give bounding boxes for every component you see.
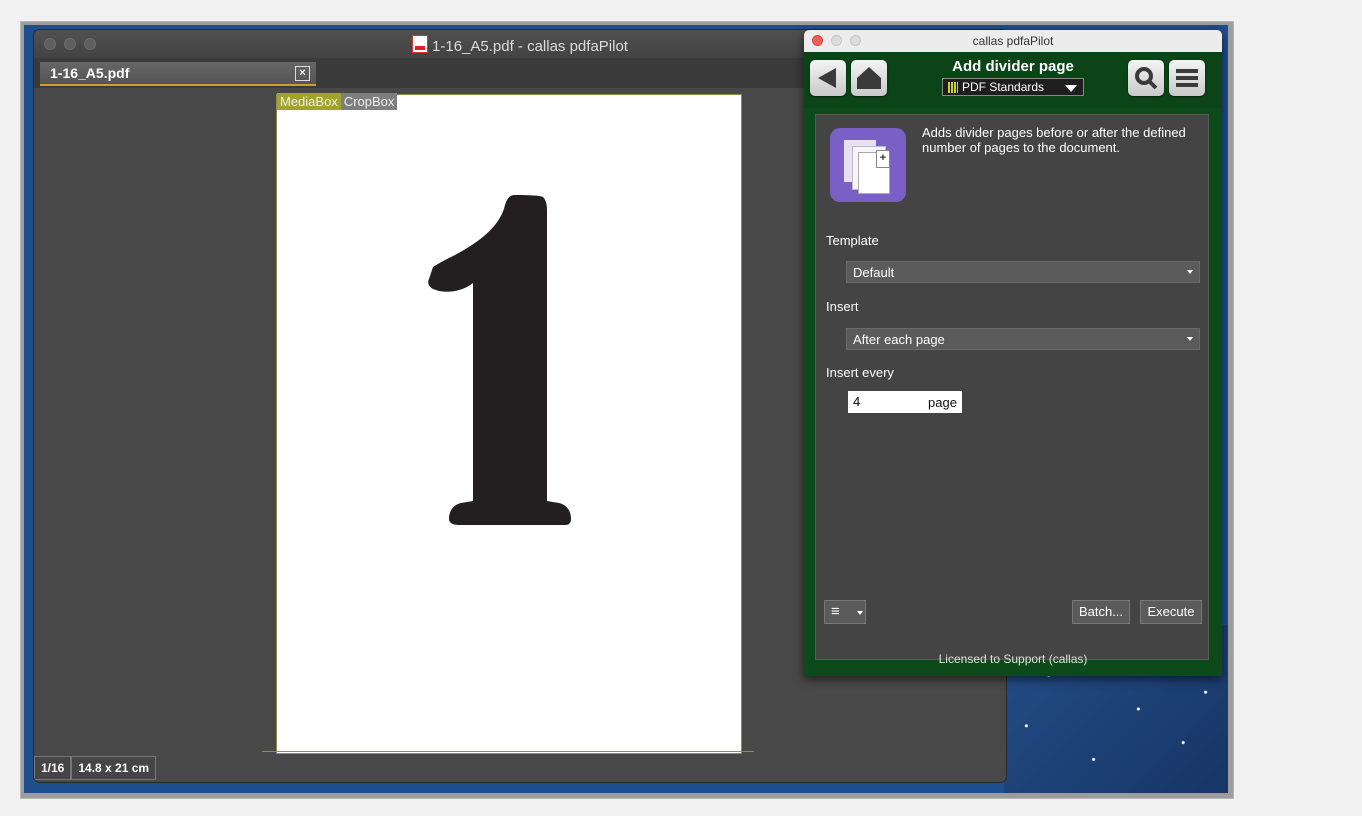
execute-button[interactable]: Execute: [1140, 600, 1202, 624]
options-menu-button[interactable]: ≡: [824, 600, 866, 624]
pdf-file-icon: [412, 35, 429, 53]
pdfapilot-panel: callas pdfaPilot Add divider page PDF St…: [804, 30, 1222, 676]
window-title-text: 1-16_A5.pdf - callas pdfaPilot: [432, 38, 628, 55]
panel-title-bar[interactable]: callas pdfaPilot: [804, 30, 1222, 52]
page-indicator[interactable]: 1/16: [34, 756, 72, 780]
dropdown-arrow-icon: [1187, 337, 1193, 341]
menu-button[interactable]: [1169, 60, 1205, 96]
pdf-page[interactable]: [277, 95, 741, 753]
cropbox-tag[interactable]: CropBox: [340, 93, 398, 110]
template-label: Template: [826, 233, 879, 248]
page-number-glyph: [428, 195, 571, 525]
insert-every-unit: page: [928, 395, 957, 410]
batch-button[interactable]: Batch...: [1072, 600, 1130, 624]
panel-toolbar: Add divider page PDF Standards: [804, 52, 1222, 108]
insert-select[interactable]: After each page: [846, 328, 1200, 350]
insert-every-value: 4: [853, 394, 861, 409]
insert-label: Insert: [826, 299, 859, 314]
fixup-body: + Adds divider pages before or after the…: [815, 114, 1209, 660]
template-value: Default: [853, 265, 895, 280]
document-tab[interactable]: 1-16_A5.pdf ×: [40, 62, 316, 86]
list-icon: ≡: [831, 603, 840, 620]
license-text: Licensed to Support (callas): [938, 652, 1088, 666]
mediabox-tag[interactable]: MediaBox: [277, 93, 341, 110]
document-tab-label: 1-16_A5.pdf: [50, 65, 130, 81]
insert-every-label: Insert every: [826, 365, 894, 380]
page-size: 14.8 x 21 cm: [71, 756, 157, 780]
page-box-tags: MediaBox CropBox: [277, 93, 398, 110]
chevron-down-icon: [1065, 85, 1077, 92]
insert-value: After each page: [853, 332, 945, 347]
chevron-down-icon: [857, 611, 863, 615]
panel-window-title: callas pdfaPilot: [972, 34, 1054, 48]
desktop: 1-16_A5.pdf - callas pdfaPilot 1-16_A5.p…: [24, 25, 1228, 793]
standards-label: PDF Standards: [962, 80, 1045, 94]
fixup-description: Adds divider pages before or after the d…: [922, 125, 1186, 155]
hamburger-icon: [1176, 69, 1198, 87]
bleed-line: [262, 751, 754, 752]
insert-every-input[interactable]: 4 page: [848, 391, 962, 413]
status-bar: 1/16 14.8 x 21 cm: [34, 756, 157, 780]
dropdown-arrow-icon: [1187, 270, 1193, 274]
close-tab-icon[interactable]: ×: [295, 66, 310, 81]
search-icon: [1135, 67, 1158, 90]
template-select[interactable]: Default: [846, 261, 1200, 283]
standards-icon: [948, 82, 958, 93]
search-button[interactable]: [1128, 60, 1164, 96]
standards-dropdown[interactable]: PDF Standards: [942, 78, 1084, 96]
divider-page-icon: +: [830, 128, 906, 202]
